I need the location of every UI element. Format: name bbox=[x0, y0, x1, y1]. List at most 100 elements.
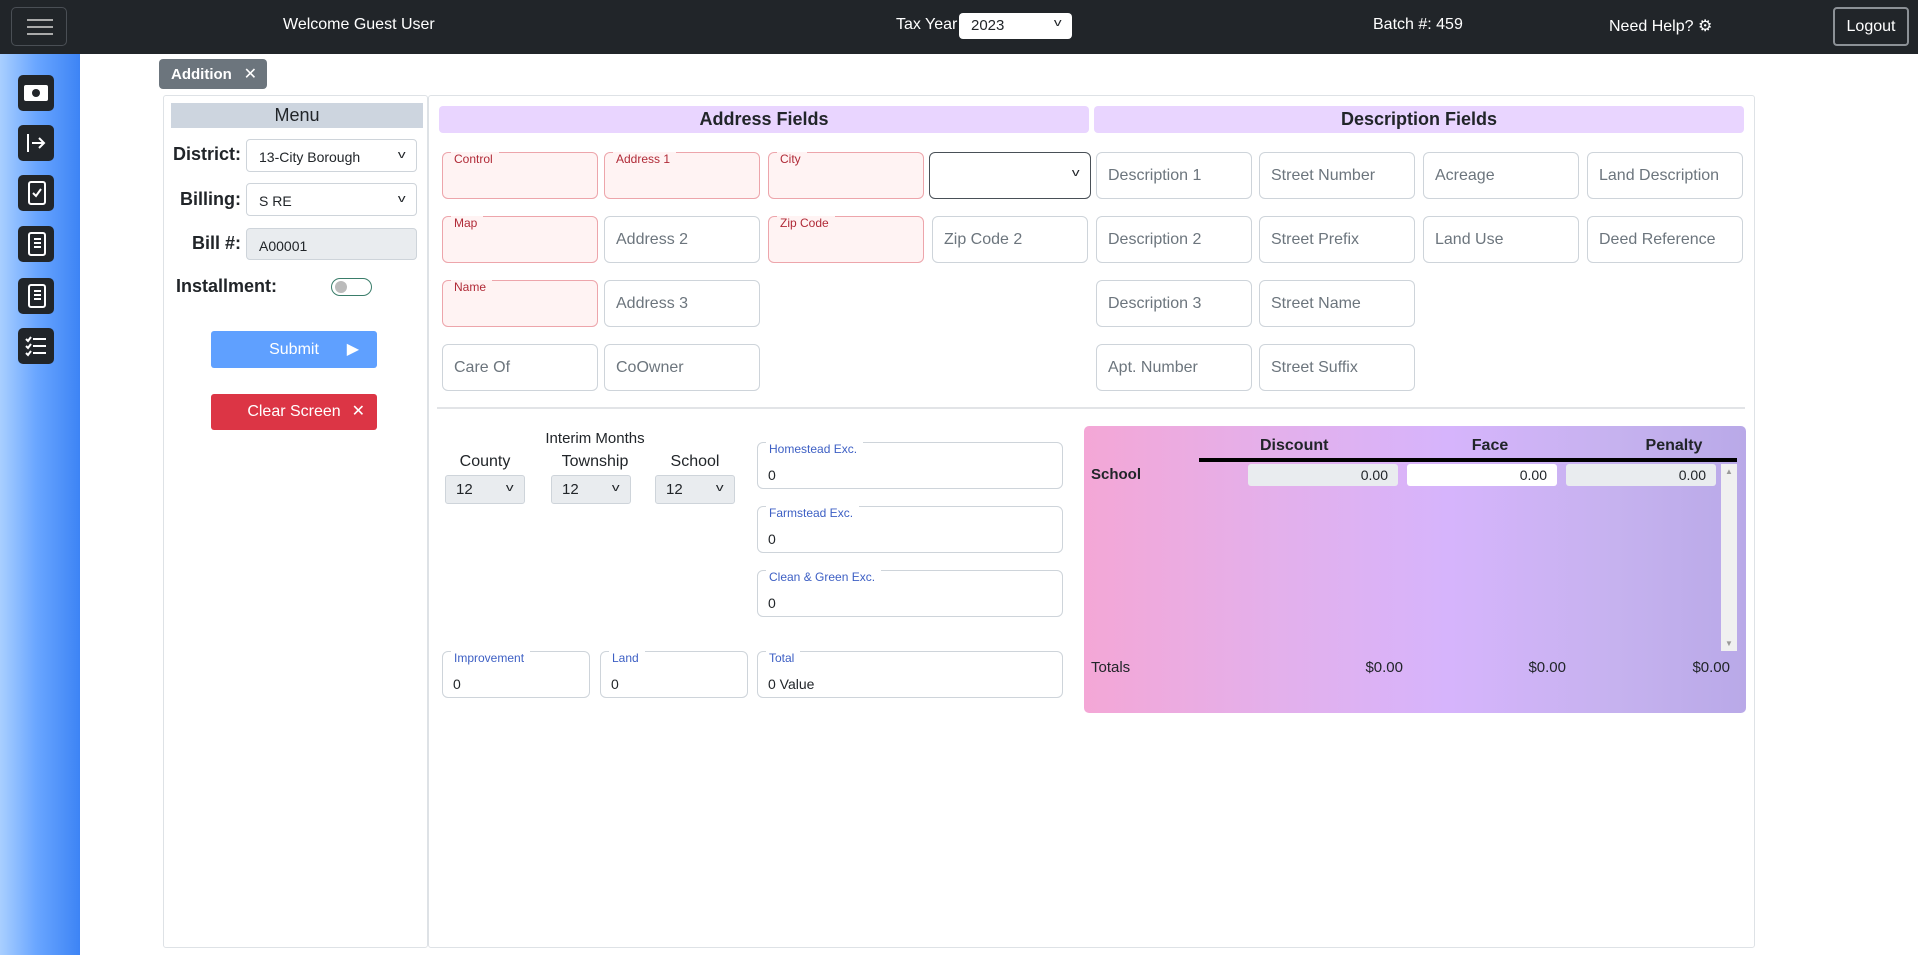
clean-green-label: Clean & Green Exc. bbox=[766, 570, 882, 584]
clear-screen-button[interactable]: Clear Screen ✕ bbox=[211, 394, 377, 430]
zip-code-2-field[interactable]: Zip Code 2 bbox=[932, 216, 1088, 263]
state-select[interactable]: v bbox=[929, 152, 1091, 199]
checklist-icon[interactable] bbox=[18, 175, 54, 211]
journal-list-icon[interactable] bbox=[18, 278, 54, 314]
school-face-field[interactable]: 0.00 bbox=[1407, 464, 1557, 486]
header-rule bbox=[1199, 458, 1737, 462]
address2-field[interactable]: Address 2 bbox=[604, 216, 760, 263]
total-penalty: $0.00 bbox=[1692, 659, 1730, 676]
play-icon: ▶ bbox=[346, 341, 359, 358]
journal-icon[interactable] bbox=[18, 226, 54, 262]
close-icon[interactable]: ✕ bbox=[244, 64, 257, 84]
school-discount-field[interactable]: 0.00 bbox=[1248, 464, 1398, 486]
help-link[interactable]: Need Help? ⚙ bbox=[1609, 16, 1712, 36]
city-label: City bbox=[777, 152, 807, 166]
gear-icon: ⚙ bbox=[1697, 18, 1713, 35]
school-value: 12 bbox=[666, 481, 683, 498]
tab-addition[interactable]: Addition ✕ bbox=[159, 59, 267, 89]
scroll-down-icon[interactable]: ▼ bbox=[1725, 639, 1733, 648]
district-label: District: bbox=[172, 144, 241, 164]
street-suffix-field[interactable]: Street Suffix bbox=[1259, 344, 1415, 391]
zip-code-field[interactable]: Zip Code bbox=[768, 216, 924, 263]
tax-year-value: 2023 bbox=[971, 17, 1005, 34]
address1-field[interactable]: Address 1 bbox=[604, 152, 760, 199]
homestead-exclusion-field[interactable]: Homestead Exc. 0 bbox=[757, 442, 1063, 489]
installment-label: Installment: bbox=[176, 276, 278, 296]
menu-toggle-button[interactable] bbox=[11, 7, 67, 46]
land-value: 0 bbox=[611, 676, 619, 692]
chevron-down-icon: v bbox=[397, 193, 406, 205]
clean-green-value: 0 bbox=[768, 595, 776, 611]
description2-field[interactable]: Description 2 bbox=[1096, 216, 1252, 263]
district-select[interactable]: 13-City Borough v bbox=[246, 139, 417, 172]
discount-header: Discount bbox=[1260, 437, 1329, 454]
help-text: Need Help? bbox=[1609, 18, 1694, 35]
address-fields-header: Address Fields bbox=[439, 106, 1089, 133]
sign-in-icon[interactable] bbox=[18, 125, 54, 161]
bill-number-field[interactable]: A00001 bbox=[246, 228, 417, 260]
name-field[interactable]: Name bbox=[442, 280, 598, 327]
description1-field[interactable]: Description 1 bbox=[1096, 152, 1252, 199]
school-label: School bbox=[670, 453, 720, 470]
homestead-value: 0 bbox=[768, 467, 776, 483]
logout-button[interactable]: Logout bbox=[1833, 7, 1909, 46]
totals-label: Totals bbox=[1091, 659, 1131, 676]
tax-year-select[interactable]: 2023 v bbox=[959, 13, 1072, 39]
scroll-up-icon[interactable]: ▲ bbox=[1725, 467, 1733, 476]
chevron-down-icon: v bbox=[715, 482, 724, 494]
map-label: Map bbox=[451, 216, 484, 230]
chevron-down-icon: v bbox=[397, 149, 406, 161]
township-months-select[interactable]: 12 v bbox=[551, 475, 631, 504]
submit-label: Submit bbox=[269, 341, 319, 358]
land-field[interactable]: Land 0 bbox=[600, 651, 748, 698]
chevron-down-icon: v bbox=[1071, 167, 1080, 179]
school-penalty-field[interactable]: 0.00 bbox=[1566, 464, 1716, 486]
task-list-icon[interactable] bbox=[18, 328, 54, 364]
name-label: Name bbox=[451, 280, 493, 294]
district-value: 13-City Borough bbox=[259, 149, 361, 165]
description3-field[interactable]: Description 3 bbox=[1096, 280, 1252, 327]
deed-reference-field[interactable]: Deed Reference bbox=[1587, 216, 1743, 263]
address3-field[interactable]: Address 3 bbox=[604, 280, 760, 327]
total-face: $0.00 bbox=[1528, 659, 1566, 676]
county-months-select[interactable]: 12 v bbox=[445, 475, 525, 504]
street-name-field[interactable]: Street Name bbox=[1259, 280, 1415, 327]
total-field[interactable]: Total 0 Value bbox=[757, 651, 1063, 698]
menu-title: Menu bbox=[171, 103, 423, 128]
homestead-label: Homestead Exc. bbox=[766, 442, 864, 456]
land-label: Land bbox=[609, 651, 645, 665]
welcome-text: Welcome Guest User bbox=[283, 16, 435, 33]
control-label: Control bbox=[451, 152, 499, 166]
land-description-field[interactable]: Land Description bbox=[1587, 152, 1743, 199]
penalty-header: Penalty bbox=[1645, 437, 1703, 454]
billing-label: Billing: bbox=[180, 189, 241, 209]
clean-green-exclusion-field[interactable]: Clean & Green Exc. 0 bbox=[757, 570, 1063, 617]
apt-number-field[interactable]: Apt. Number bbox=[1096, 344, 1252, 391]
installment-toggle[interactable] bbox=[331, 278, 372, 296]
street-prefix-field[interactable]: Street Prefix bbox=[1259, 216, 1415, 263]
billing-select[interactable]: S RE v bbox=[246, 183, 417, 216]
clear-label: Clear Screen bbox=[247, 403, 341, 420]
acreage-field[interactable]: Acreage bbox=[1423, 152, 1579, 199]
farmstead-value: 0 bbox=[768, 531, 776, 547]
improvement-field[interactable]: Improvement 0 bbox=[442, 651, 590, 698]
farmstead-exclusion-field[interactable]: Farmstead Exc. 0 bbox=[757, 506, 1063, 553]
tab-label: Addition bbox=[171, 66, 232, 83]
chevron-down-icon: v bbox=[1053, 17, 1062, 29]
care-of-field[interactable]: Care Of bbox=[442, 344, 598, 391]
township-label: Township bbox=[561, 453, 629, 470]
street-number-field[interactable]: Street Number bbox=[1259, 152, 1415, 199]
coowner-field[interactable]: CoOwner bbox=[604, 344, 760, 391]
control-field[interactable]: Control bbox=[442, 152, 598, 199]
map-field[interactable]: Map bbox=[442, 216, 598, 263]
land-use-field[interactable]: Land Use bbox=[1423, 216, 1579, 263]
school-months-select[interactable]: 12 v bbox=[655, 475, 735, 504]
city-field[interactable]: City bbox=[768, 152, 924, 199]
improvement-label: Improvement bbox=[451, 651, 531, 665]
rows-scrollbar[interactable]: ▲ ▼ bbox=[1721, 464, 1737, 651]
school-row-label: School bbox=[1091, 466, 1142, 483]
cash-icon[interactable] bbox=[18, 75, 54, 111]
submit-button[interactable]: Submit ▶ bbox=[211, 331, 377, 368]
close-icon: ✕ bbox=[351, 403, 365, 420]
township-value: 12 bbox=[562, 481, 579, 498]
